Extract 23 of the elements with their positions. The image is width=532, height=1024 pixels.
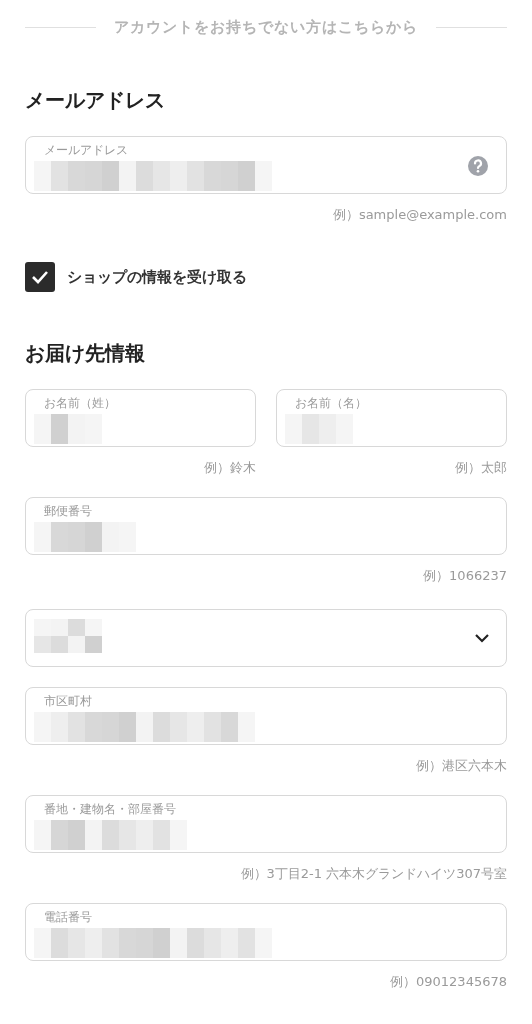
input-field[interactable]: 市区町村 — [25, 687, 507, 745]
example-hint: 例）港区六本木 — [416, 757, 507, 775]
check-icon — [31, 270, 49, 284]
example-hint: 例）3丁目2-1 六本木グランドハイツ307号室 — [240, 865, 507, 883]
select-field[interactable] — [25, 609, 507, 667]
input-field[interactable]: 郵便番号 — [25, 497, 507, 555]
divider-text: アカウントをお持ちでない方はこちらから — [114, 18, 418, 37]
chevron-down-icon — [474, 633, 490, 643]
input-field[interactable]: 電話番号 — [25, 903, 507, 961]
checkbox-label: ショップの情報を受け取る — [67, 267, 247, 287]
input-field[interactable]: メールアドレス — [25, 136, 507, 194]
input-field[interactable]: 番地・建物名・部屋番号 — [25, 795, 507, 853]
example-hint: 例）太郎 — [455, 459, 507, 477]
help-icon[interactable] — [468, 156, 488, 176]
example-hint: 例）1066237 — [423, 567, 507, 585]
input-field[interactable]: お名前（姓） — [25, 389, 256, 447]
example-hint: 例）09012345678 — [390, 973, 507, 991]
example-hint: 例）sample@example.com — [332, 206, 507, 224]
checkbox[interactable] — [25, 262, 55, 292]
input-field[interactable]: お名前（名） — [276, 389, 507, 447]
section-heading: メールアドレス — [25, 87, 166, 114]
section-heading: お届け先情報 — [25, 340, 146, 367]
example-hint: 例）鈴木 — [204, 459, 256, 477]
